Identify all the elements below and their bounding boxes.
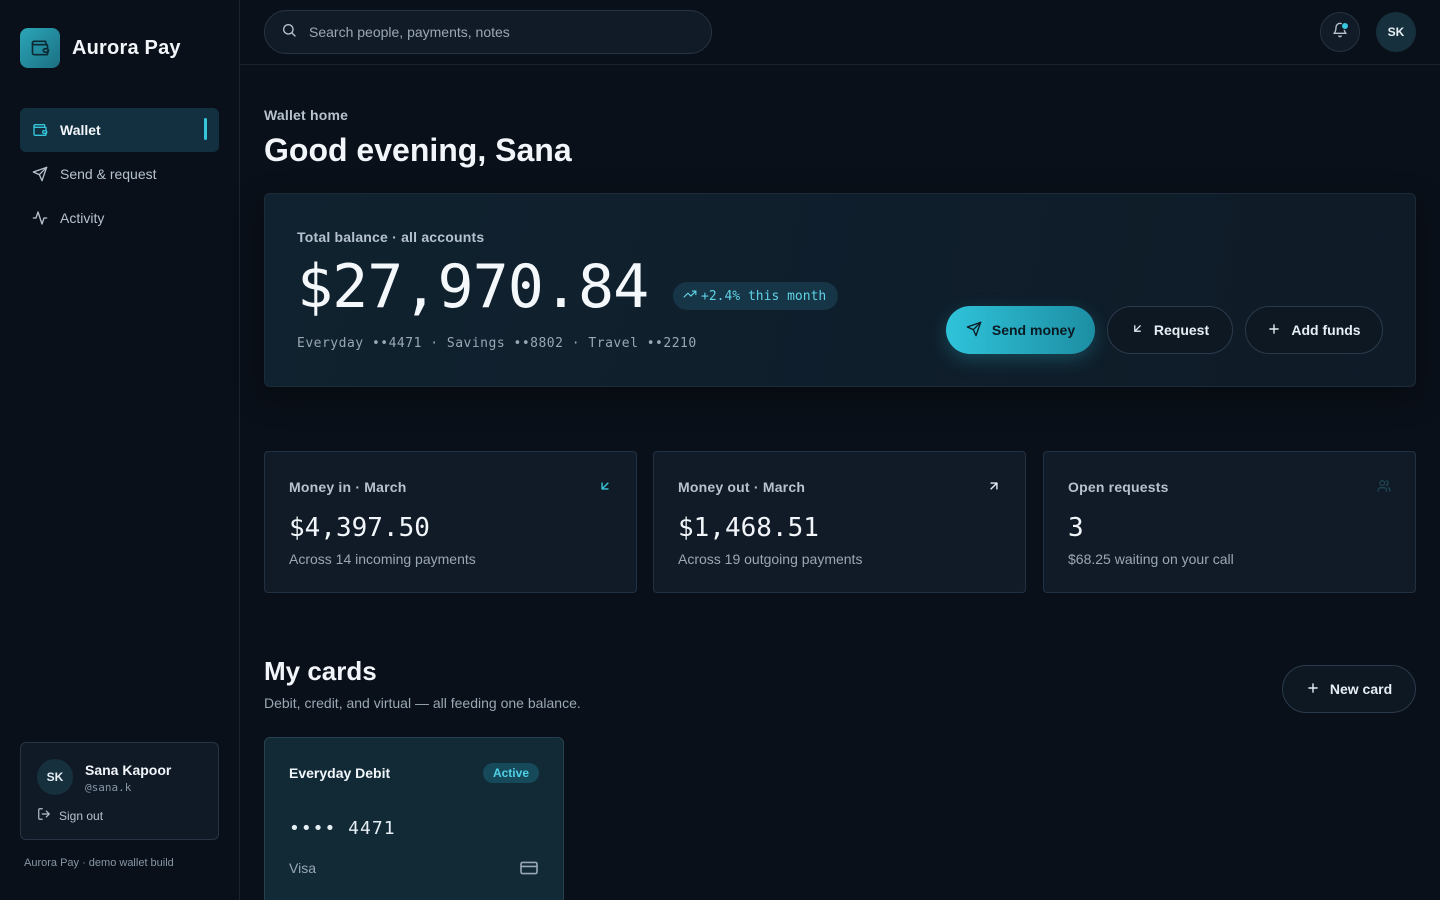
sidebar: Aurora Pay Wallet Send & request Activit… [0, 0, 240, 900]
page-eyebrow: Wallet home [264, 107, 349, 123]
send-money-button[interactable]: Send money [946, 306, 1095, 354]
new-card-button[interactable]: New card [1282, 665, 1416, 713]
sidebar-item-label: Activity [60, 210, 105, 226]
brand-name: Aurora Pay [72, 36, 181, 59]
topbar: SK [240, 0, 1440, 65]
account-list: Everyday ••4471 · Savings ••8802 · Trave… [297, 336, 697, 351]
request-button[interactable]: Request [1107, 306, 1233, 354]
user-name: Sana Kapoor [85, 762, 172, 778]
user-handle: @sana.k [85, 781, 132, 794]
notification-dot [1341, 22, 1349, 30]
wallet-icon [32, 122, 48, 138]
stat-card-open-requests: Open requests 3 $68.25 waiting on your c… [1043, 451, 1416, 593]
balance-amount: $27,970.84 [297, 252, 649, 322]
sidebar-item-label: Wallet [60, 122, 101, 138]
avatar[interactable]: SK [37, 759, 73, 795]
stat-card-money-in: Money in · March $4,397.50 Across 14 inc… [264, 451, 637, 593]
card-name: Everyday Debit [289, 765, 391, 781]
stat-label: Open requests [1068, 479, 1169, 495]
balance-trend-badge: +2.4% this month [673, 282, 839, 310]
sidebar-item-send-request[interactable]: Send & request [20, 152, 219, 196]
stat-subtext: Across 14 incoming payments [289, 551, 476, 567]
avatar[interactable]: SK [1376, 12, 1416, 52]
notifications-button[interactable] [1320, 12, 1360, 52]
trend-text: +2.4% this month [701, 288, 827, 304]
sidebar-item-wallet[interactable]: Wallet [20, 108, 219, 152]
stat-label: Money in · March [289, 479, 407, 495]
balance-card: Total balance · all accounts $27,970.84 … [264, 193, 1416, 387]
send-icon [966, 321, 982, 340]
stat-value: 3 [1068, 513, 1084, 543]
wallet-icon [20, 28, 60, 68]
log-out-icon [37, 807, 51, 824]
stat-subtext: Across 19 outgoing payments [678, 551, 863, 567]
activity-icon [32, 210, 48, 226]
sign-out-button[interactable]: Sign out [37, 807, 103, 824]
payment-card[interactable]: Everyday Debit Active •••• 4471 Visa [264, 737, 564, 900]
sidebar-item-activity[interactable]: Activity [20, 196, 219, 240]
stat-value: $1,468.51 [678, 513, 819, 543]
arrow-up-right-icon [987, 479, 1001, 493]
users-icon [1377, 479, 1391, 493]
status-badge: Active [482, 763, 539, 783]
page-title: Good evening, Sana [264, 132, 572, 168]
sidebar-item-label: Send & request [60, 166, 157, 182]
arrow-down-left-icon [598, 479, 612, 493]
arrow-down-left-icon [1131, 322, 1144, 338]
brand[interactable]: Aurora Pay [20, 28, 181, 68]
sign-out-label: Sign out [59, 808, 104, 823]
card-network: Visa [289, 860, 316, 876]
stat-subtext: $68.25 waiting on your call [1068, 551, 1234, 567]
send-icon [32, 166, 48, 182]
stat-label: Money out · March [678, 479, 806, 495]
section-subtitle: Debit, credit, and virtual — all feeding… [264, 695, 581, 711]
card-number: •••• 4471 [289, 818, 396, 839]
credit-card-icon [519, 860, 539, 876]
add-funds-button[interactable]: Add funds [1245, 306, 1383, 354]
stat-card-money-out: Money out · March $1,468.51 Across 19 ou… [653, 451, 1026, 593]
plus-icon [1306, 681, 1320, 698]
plus-icon [1267, 322, 1281, 339]
build-note: Aurora Pay · demo wallet build [24, 857, 174, 869]
new-card-label: New card [1329, 681, 1393, 697]
search-icon [281, 22, 297, 43]
section-title: My cards [264, 656, 377, 686]
balance-label: Total balance · all accounts [297, 229, 485, 245]
send-money-label: Send money [991, 322, 1076, 338]
search-bar[interactable] [264, 10, 712, 54]
user-card: SK Sana Kapoor @sana.k Sign out [20, 742, 219, 840]
add-funds-label: Add funds [1291, 322, 1361, 338]
request-label: Request [1153, 322, 1210, 338]
sidebar-nav: Wallet Send & request Activity [20, 108, 219, 240]
trending-up-icon [683, 287, 697, 305]
search-input[interactable] [309, 24, 689, 40]
stat-value: $4,397.50 [289, 513, 430, 543]
